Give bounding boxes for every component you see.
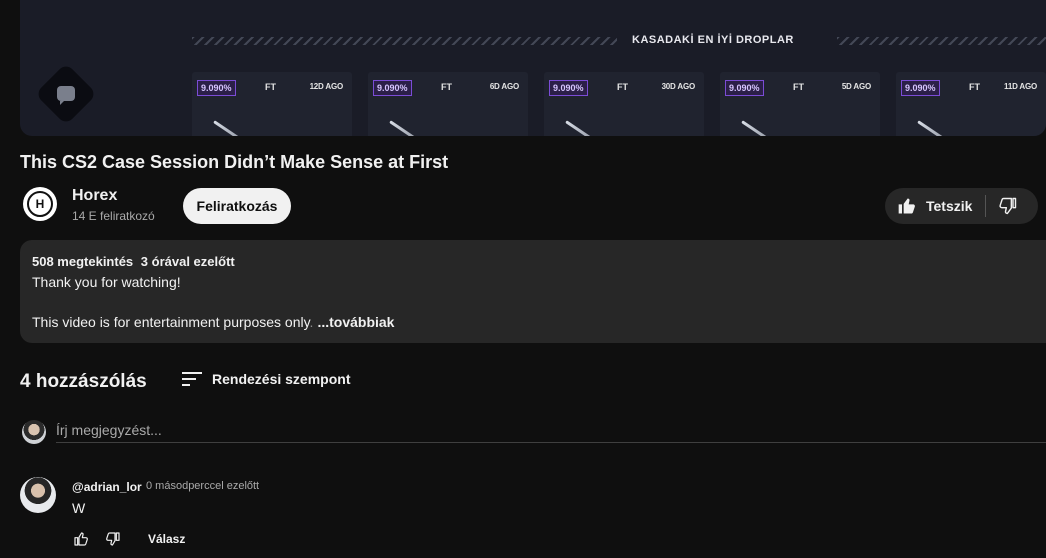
drop-chance: 9.090% [373, 80, 412, 96]
drop-chance: 9.090% [197, 80, 236, 96]
drop-currency: FT [265, 82, 276, 92]
comment-text: W [72, 500, 86, 516]
comment-avatar[interactable] [20, 477, 56, 513]
comment-time[interactable]: 0 másodperccel ezelőtt [146, 480, 259, 492]
current-user-avatar [22, 420, 46, 444]
drop-chance: 9.090% [549, 80, 588, 96]
channel-avatar[interactable]: H [23, 187, 57, 221]
drop-currency: FT [793, 82, 804, 92]
drop-age: 12D AGO [309, 82, 344, 91]
knife-icon [213, 120, 258, 136]
description-text: This video is for entertainment purposes… [32, 314, 310, 330]
knife-icon [565, 120, 610, 136]
drop-card: 9.090% FT 12D AGO [192, 72, 352, 136]
subscriber-count: 14 E feliratkozó [72, 209, 155, 223]
show-more-link[interactable]: ...továbbiak [317, 314, 394, 330]
drop-chance: 9.090% [725, 80, 764, 96]
video-title: This CS2 Case Session Didn’t Make Sense … [20, 152, 449, 172]
video-description[interactable]: 508 megtekintés 3 órával ezelőtt Thank y… [20, 240, 1046, 343]
dislike-icon[interactable] [105, 531, 121, 547]
drop-age: 30D AGO [661, 82, 696, 91]
upload-time: 3 órával ezelőtt [140, 254, 235, 269]
channel-name[interactable]: Horex [72, 187, 117, 205]
channel-logo-icon: H [27, 191, 53, 217]
drop-age: 11D AGO [1004, 82, 1037, 91]
drop-card: 9.090% FT 6D AGO [368, 72, 528, 136]
drop-chance: 9.090% [901, 80, 940, 96]
like-dislike-group: Tetszik [885, 188, 1038, 224]
comment-input[interactable] [56, 418, 1046, 443]
knife-icon [389, 120, 434, 136]
view-meta: 508 megtekintés 3 órával ezelőtt [32, 254, 239, 269]
like-button-label[interactable]: Tetszik [926, 198, 972, 214]
comment-count: 4 hozzászólás [20, 371, 147, 392]
subscribe-button[interactable]: Feliratkozás [183, 188, 291, 224]
sort-button[interactable]: Rendezési szempont [212, 371, 350, 387]
decorative-stripes-right [837, 37, 1046, 45]
knife-icon [917, 120, 962, 136]
description-line: Thank you for watching! [32, 274, 181, 290]
decorative-stripes-left [192, 37, 617, 45]
drop-card: 9.090% FT 30D AGO [544, 72, 704, 136]
divider [985, 195, 986, 217]
like-icon[interactable] [73, 531, 89, 547]
like-icon[interactable] [897, 196, 917, 216]
drop-card: 9.090% FT 5D AGO [720, 72, 880, 136]
description-fade: . [309, 314, 314, 330]
video-banner-text: KASADAKİ EN İYİ DROPLAR [632, 34, 794, 46]
video-player[interactable]: KASADAKİ EN İYİ DROPLAR 9.090% FT 12D AG… [20, 0, 1046, 136]
reply-button[interactable]: Válasz [148, 532, 185, 546]
drop-currency: FT [617, 82, 628, 92]
knife-icon [741, 120, 786, 136]
description-line: This video is for entertainment purposes… [32, 314, 394, 330]
view-count: 508 megtekintés [32, 254, 134, 269]
dislike-icon[interactable] [998, 196, 1018, 216]
drop-card: 9.090% FT 11D AGO [896, 72, 1046, 136]
chat-bubble-icon [57, 86, 75, 105]
drop-age: 6D AGO [489, 82, 519, 91]
sort-icon[interactable] [182, 371, 204, 387]
drop-currency: FT [441, 82, 452, 92]
drop-age: 5D AGO [841, 82, 871, 91]
drop-currency: FT [969, 82, 980, 92]
comment-author[interactable]: @adrian_lor [72, 480, 142, 494]
